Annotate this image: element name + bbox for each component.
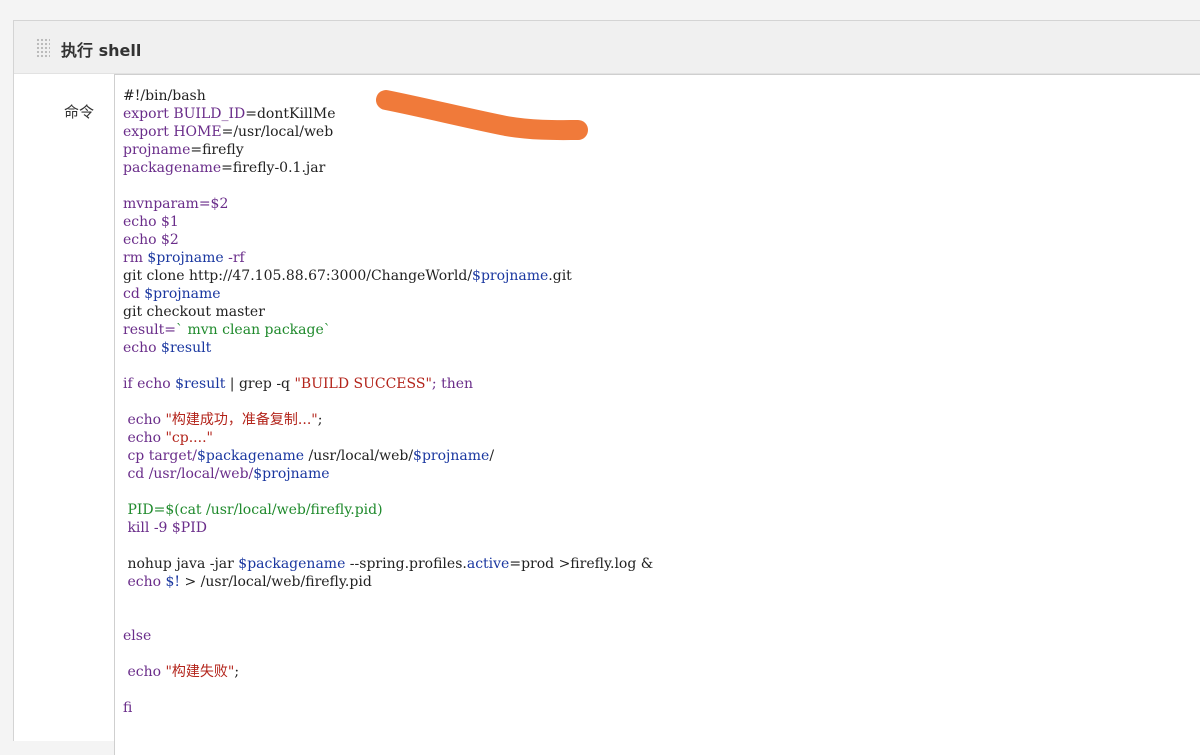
code-token: echo [123, 340, 162, 356]
shell-build-step-panel: 执行 shell 命令 #!/bin/bash export BUILD_ID=d… [13, 20, 1200, 755]
code-token: echo [123, 430, 166, 446]
code-token: else [123, 628, 152, 644]
code-line: fi [123, 699, 653, 717]
code-token: ` mvn clean package` [176, 322, 331, 338]
code-token: =/usr/local/web [221, 124, 334, 140]
code-token: $projname [147, 250, 224, 266]
code-token: "BUILD SUCCESS" [294, 376, 432, 392]
code-token: $result [161, 340, 212, 356]
code-token: kill -9 $PID [123, 520, 207, 536]
code-line: PID=$(cat /usr/local/web/firefly.pid) [123, 501, 653, 519]
code-token: .git [548, 268, 572, 284]
code-line: echo $1 [123, 213, 653, 231]
code-line: echo $! > /usr/local/web/firefly.pid [123, 573, 653, 591]
code-token: active [466, 556, 510, 572]
code-token: echo [123, 664, 166, 680]
code-token: fi [123, 700, 133, 716]
code-line: kill -9 $PID [123, 519, 653, 537]
code-line: if echo $result | grep -q "BUILD SUCCESS… [123, 375, 653, 393]
code-token: "构建失败" [165, 664, 235, 680]
code-token: echo [123, 412, 166, 428]
code-token: echo $2 [123, 232, 179, 248]
code-token: ; [234, 664, 240, 680]
code-line: git clone http://47.105.88.67:3000/Chang… [123, 267, 653, 285]
code-token: /usr/local/web/ [304, 448, 414, 464]
code-line: mvnparam=$2 [123, 195, 653, 213]
code-token: mvnparam=$2 [123, 196, 229, 212]
code-token: export HOME [123, 124, 222, 140]
code-line: result=` mvn clean package` [123, 321, 653, 339]
code-token: echo [123, 574, 166, 590]
code-token: #!/bin/bash [123, 88, 206, 104]
code-token: -rf [223, 250, 245, 266]
command-textarea[interactable]: #!/bin/bash export BUILD_ID=dontKillMe exp… [114, 74, 1200, 755]
command-label: 命令 [64, 103, 95, 121]
code-line: cp target/$packagename /usr/local/web/$p… [123, 447, 653, 465]
code-token: git checkout master [123, 304, 265, 320]
code-token: result= [123, 322, 177, 338]
code-token: $packagename [196, 448, 305, 464]
code-line: echo "构建成功，准备复制..."; [123, 411, 653, 429]
code-token: PID=$(cat /usr/local/web/firefly.pid) [123, 502, 383, 518]
code-token: =dontKillMe [245, 106, 336, 122]
code-token: cd [123, 286, 145, 302]
code-token: $! [165, 574, 181, 590]
drag-handle-icon[interactable] [36, 38, 50, 58]
code-token: nohup java -jar [123, 556, 239, 572]
code-token: if echo [123, 376, 176, 392]
code-token: --spring. [345, 556, 410, 572]
code-content: #!/bin/bash export BUILD_ID=dontKillMe exp… [123, 87, 653, 717]
code-line: packagename=firefly-0.1.jar [123, 159, 653, 177]
code-token: $projname [144, 286, 221, 302]
code-token: ; [317, 412, 323, 428]
panel-header: 执行 shell [14, 21, 1200, 74]
code-token: > /usr/local/web/firefly.pid [180, 574, 372, 590]
code-line: echo "cp...." [123, 429, 653, 447]
panel-title: 执行 shell [61, 41, 142, 60]
code-line: cd $projname [123, 285, 653, 303]
code-token: git clone http://47.105.88.67:3000/Chang… [123, 268, 473, 284]
code-token: export BUILD_ID [123, 106, 246, 122]
code-line: cd /usr/local/web/$projname [123, 465, 653, 483]
code-token: cd /usr/local/web/ [123, 466, 254, 482]
code-token: | grep -q [225, 376, 295, 392]
code-token: $projname [472, 268, 549, 284]
code-line: git checkout master [123, 303, 653, 321]
code-token: "cp...." [165, 430, 213, 446]
code-token: echo $1 [123, 214, 179, 230]
code-token: packagename [123, 160, 222, 176]
code-token: projname [123, 142, 191, 158]
code-token: "构建成功，准备复制..." [165, 412, 318, 428]
code-line: else [123, 627, 653, 645]
code-token: ; then [431, 376, 474, 392]
code-token: cp target/ [123, 448, 197, 464]
redaction-scribble [376, 90, 588, 141]
code-line: nohup java -jar $packagename --spring.pr… [123, 555, 653, 573]
code-token: $projname [253, 466, 330, 482]
code-token: $projname [413, 448, 490, 464]
redaction-stroke [376, 90, 588, 141]
code-token: =firefly-0.1.jar [221, 160, 326, 176]
code-line: rm $projname -rf [123, 249, 653, 267]
code-line: echo $result [123, 339, 653, 357]
code-token: $packagename [238, 556, 346, 572]
code-token: profiles [409, 556, 463, 572]
code-token: / [489, 448, 495, 464]
code-token: rm [123, 250, 148, 266]
code-line: echo $2 [123, 231, 653, 249]
code-token: =prod >firefly.log & [509, 556, 654, 572]
code-token: $result [175, 376, 226, 392]
code-line: echo "构建失败"; [123, 663, 653, 681]
code-token: =firefly [190, 142, 244, 158]
